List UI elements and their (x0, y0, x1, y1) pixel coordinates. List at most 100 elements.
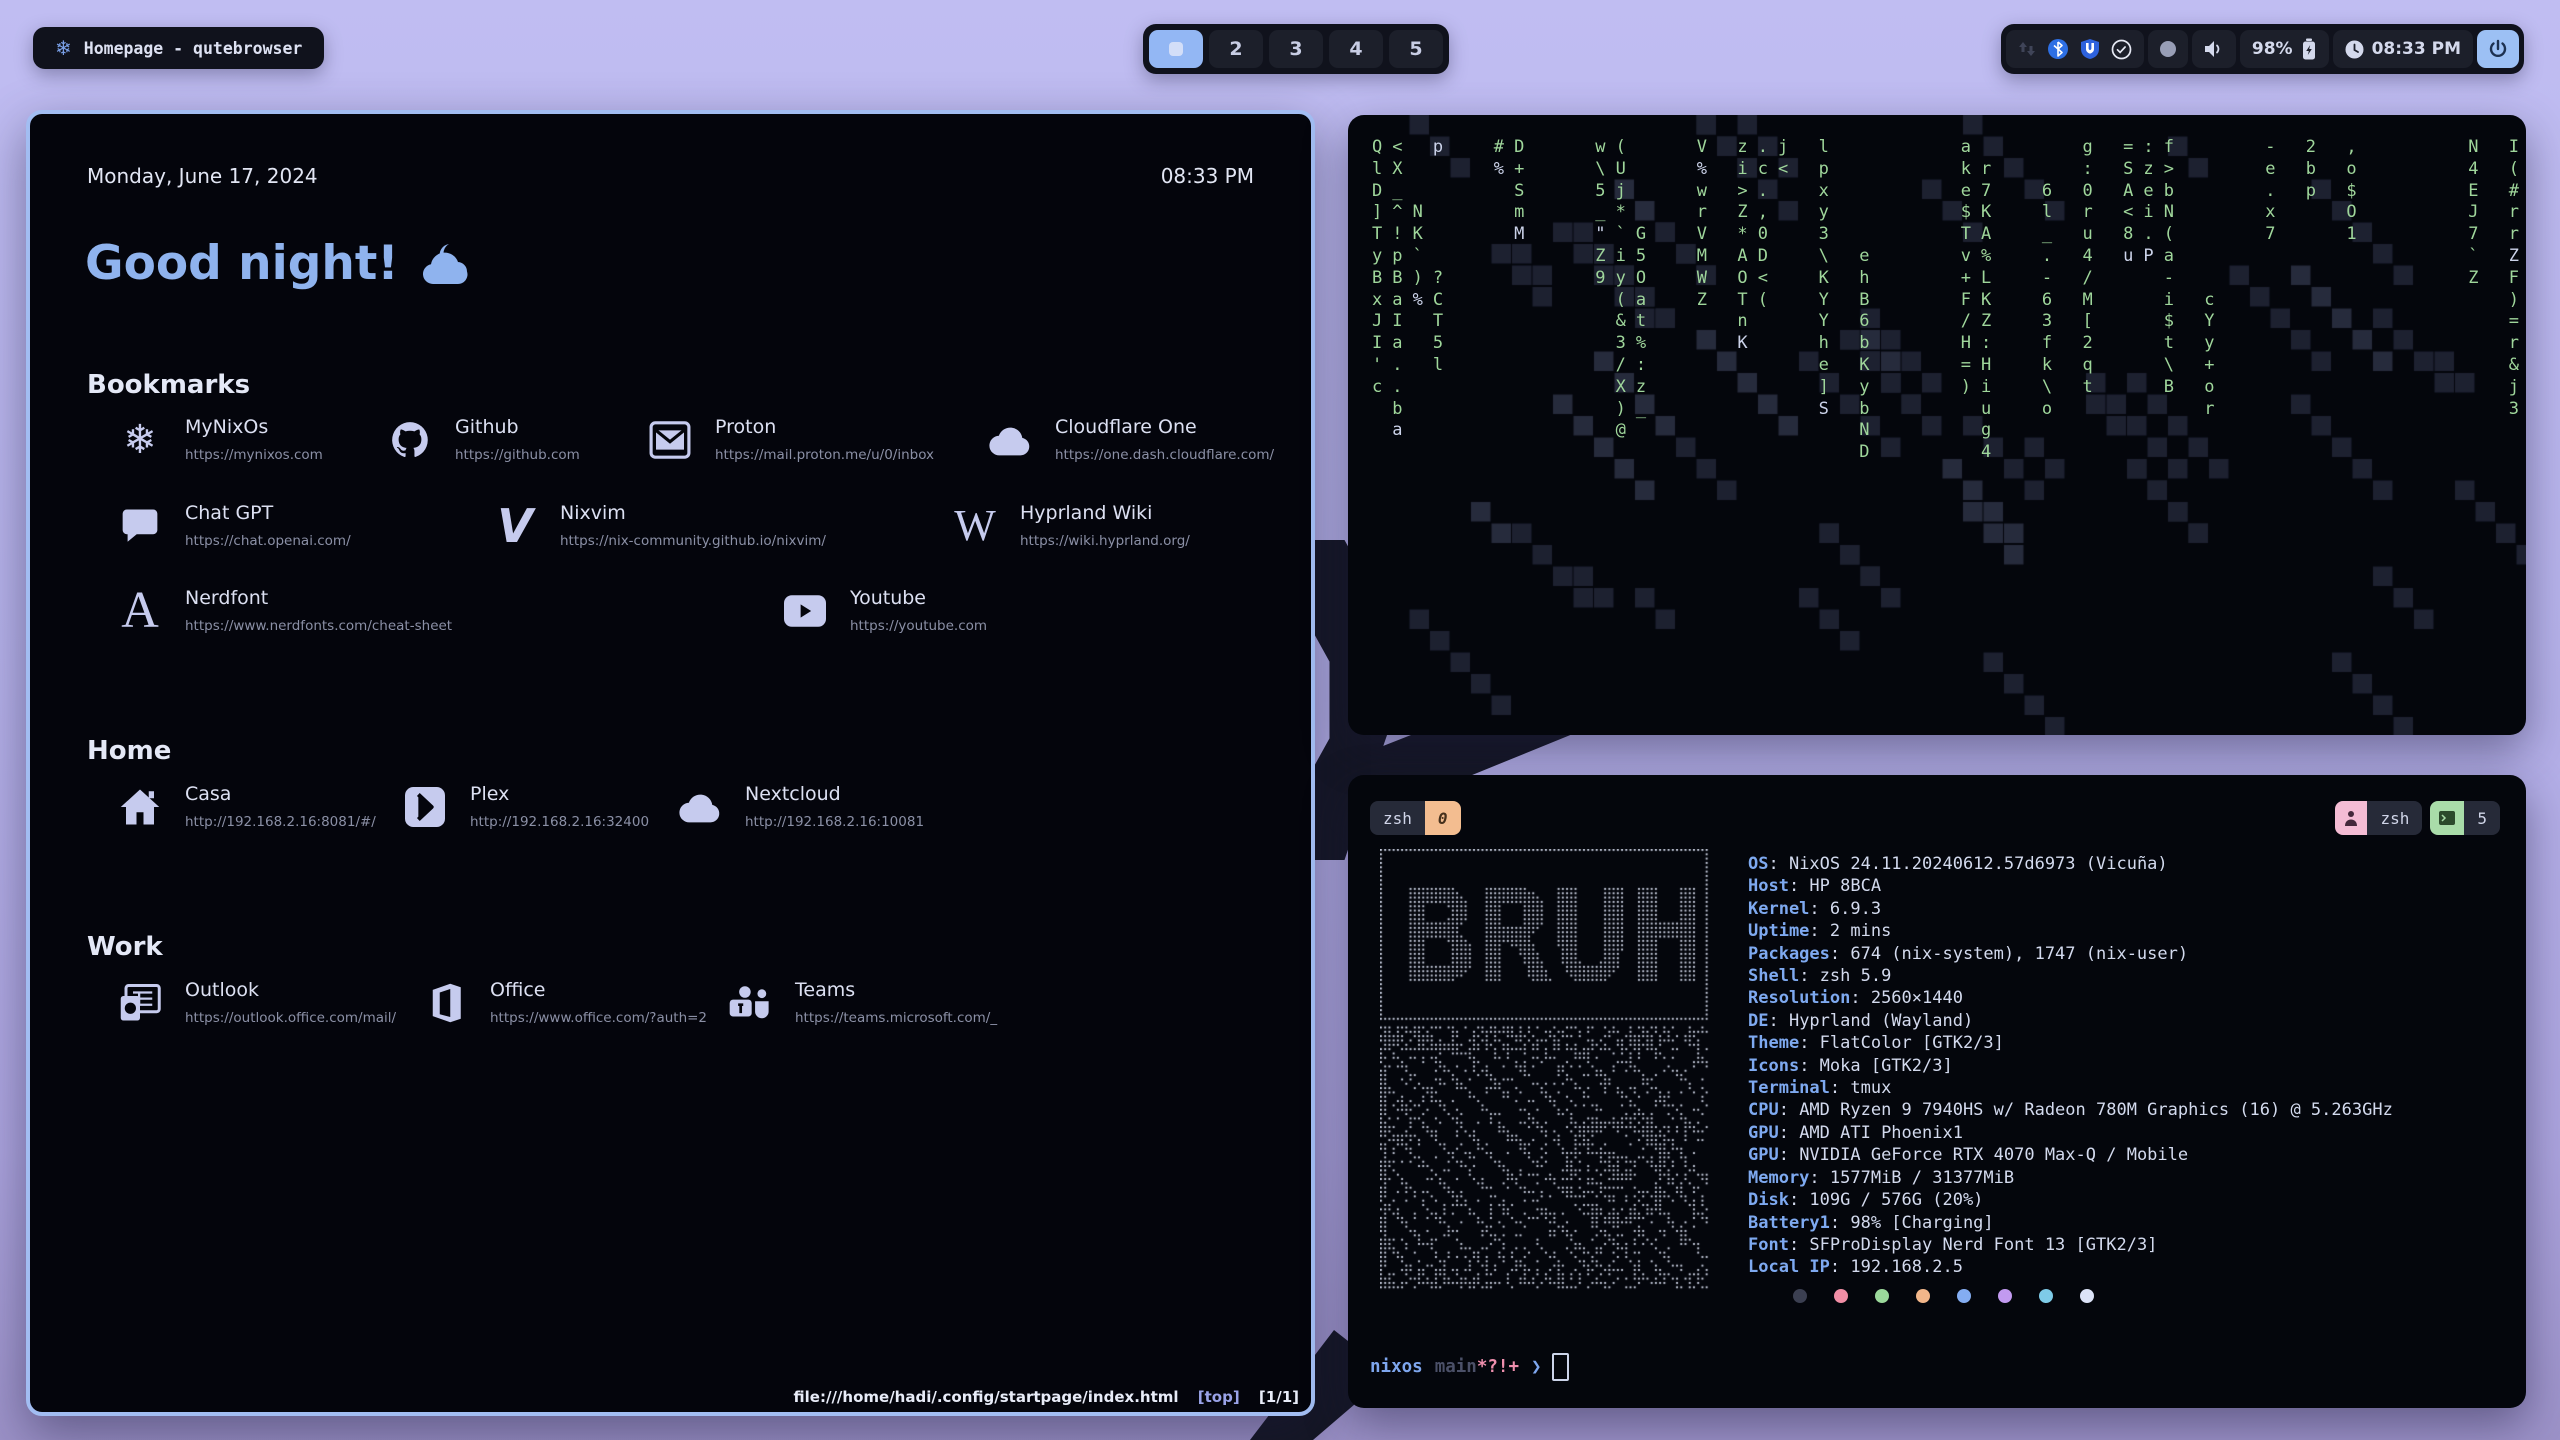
bookmark-text: Githubhttps://github.com (455, 416, 580, 463)
fastfetch-line-theme: Theme: FlatColor [GTK2/3] (1748, 1032, 2393, 1054)
palette-dot-0 (1793, 1289, 1807, 1303)
bookmark-url: http://192.168.2.16:32400 (470, 814, 649, 830)
tmux-window-index[interactable]: 0 (1425, 801, 1461, 835)
bookmark-name: Youtube (850, 587, 987, 609)
bookmark-url: https://www.office.com/?auth=2 (490, 1010, 707, 1026)
matrix-column: a k e $ T v + F / H = ) (1961, 137, 1971, 399)
matrix-column: Q l D ] T y B x J I ' c (1372, 137, 1382, 399)
bookmark-url: https://mynixos.com (185, 447, 323, 463)
matrix-column: ? C T 5 l (1433, 268, 1443, 377)
system-tray: 98% 08:33 PM (2001, 24, 2524, 74)
tray-clock[interactable]: 08:33 PM (2333, 30, 2473, 68)
bookmark-text: Outlookhttps://outlook.office.com/mail/ (185, 979, 396, 1026)
workspace-button-5[interactable]: 5 (1389, 30, 1443, 68)
bookmark-item-office[interactable]: Officehttps://www.office.com/?auth=2 (422, 979, 707, 1026)
bookmark-item-chat-gpt[interactable]: Chat GPThttps://chat.openai.com/ (117, 502, 351, 549)
bookmark-item-plex[interactable]: Plexhttp://192.168.2.16:32400 (402, 783, 649, 830)
browser-statusbar: file:///home/hadi/.config/startpage/inde… (794, 1388, 1299, 1406)
chat-bubble-icon (117, 503, 163, 549)
letter-w-icon: W (952, 503, 998, 549)
bookmark-url: https://nix-community.github.io/nixvim/ (560, 533, 826, 549)
palette-dot-3 (1916, 1289, 1930, 1303)
prompt-symbol: ❯ (1531, 1357, 1542, 1377)
terminal-cursor (1552, 1353, 1569, 1381)
bookmark-url: https://mail.proton.me/u/0/inbox (715, 447, 934, 463)
bookmark-name: Outlook (185, 979, 396, 1001)
bookmark-name: Nerdfont (185, 587, 452, 609)
matrix-column: < X _ ^ ! p B a I a . . b a (1392, 137, 1402, 442)
shield-icon[interactable] (2080, 38, 2100, 60)
bookmark-text: Cloudflare Onehttps://one.dash.cloudflar… (1055, 416, 1274, 463)
workspace-button-4[interactable]: 4 (1329, 30, 1383, 68)
bookmark-item-proton[interactable]: Proton https://mail.proton.me/u/0/inbox (647, 416, 934, 463)
matrix-column: 6 l _ . - 6 3 f k \ o (2042, 181, 2052, 421)
matrix-column: e h B 6 b K y b N D (1859, 246, 1869, 464)
matrix-column: p (1433, 137, 1443, 159)
bookmark-item-casa[interactable]: Casahttp://192.168.2.16:8081/#/ (117, 783, 376, 830)
bookmark-item-cloudflare-one[interactable]: Cloudflare Onehttps://one.dash.cloudflar… (987, 416, 1274, 463)
workspace-button-1[interactable] (1149, 30, 1203, 68)
bookmark-name: Cloudflare One (1055, 416, 1274, 438)
statusbar-url: file:///home/hadi/.config/startpage/inde… (794, 1388, 1179, 1406)
power-button[interactable] (2477, 30, 2519, 68)
tray-battery[interactable]: 98% (2240, 30, 2329, 68)
workspace-button-2[interactable]: 2 (1209, 30, 1263, 68)
bookmark-item-nixvim[interactable]: VNixvimhttps://nix-community.github.io/n… (492, 502, 826, 549)
tray-volume[interactable] (2192, 30, 2236, 68)
tray-status-icons (2006, 30, 2144, 68)
workspace-switcher: 2345 (1143, 24, 1449, 74)
tmux-session-name[interactable]: zsh (1370, 801, 1425, 835)
shell-prompt[interactable]: nixos main *?!+ ❯ (1370, 1353, 1569, 1381)
fastfetch-line-local-ip: Local IP: 192.168.2.5 (1748, 1256, 2393, 1278)
bookmark-item-teams[interactable]: Teamshttps://teams.microsoft.com/_ (727, 979, 997, 1026)
bruh-ascii-art (1380, 849, 1710, 1291)
matrix-column: l p x y 3 \ K Y Y h e ] S (1819, 137, 1829, 420)
letter-a-icon: A (117, 588, 163, 634)
palette-dot-4 (1957, 1289, 1971, 1303)
bookmark-item-nerdfont[interactable]: A Nerdfont https://www.nerdfonts.com/cheat… (117, 587, 452, 634)
section-title-home: Home (87, 736, 171, 766)
matrix-column: , o $ O 1 (2346, 137, 2356, 246)
bookmark-url: https://chat.openai.com/ (185, 533, 351, 549)
tmux-windows-badge (2430, 801, 2464, 835)
bookmark-item-hyprland-wiki[interactable]: WHyprland Wikihttps://wiki.hyprland.org/ (952, 502, 1190, 549)
bookmark-item-github[interactable]: Githubhttps://github.com (387, 416, 580, 463)
bookmark-text: MyNixOshttps://mynixos.com (185, 416, 323, 463)
bluetooth-icon[interactable] (2047, 38, 2069, 60)
fastfetch-line-resolution: Resolution: 2560×1440 (1748, 987, 2393, 1009)
check-circle-icon[interactable] (2111, 39, 2132, 60)
greeting-text: Good night! (85, 236, 399, 291)
bookmark-text: Youtubehttps://youtube.com (850, 587, 987, 634)
fastfetch-line-terminal: Terminal: tmux (1748, 1077, 2393, 1099)
bookmark-name: Teams (795, 979, 997, 1001)
workspace-button-3[interactable]: 3 (1269, 30, 1323, 68)
bookmark-item-nextcloud[interactable]: Nextcloudhttp://192.168.2.16:10081 (677, 783, 924, 830)
network-arrows-icon[interactable] (2018, 41, 2036, 57)
cmatrix-terminal-window[interactable]: Q l D ] T y B x J I ' c < X _ ^ ! p B a … (1348, 115, 2526, 735)
bookmark-row: Outlookhttps://outlook.office.com/mail/O… (87, 979, 1291, 1051)
bookmark-text: Teamshttps://teams.microsoft.com/_ (795, 979, 997, 1026)
fastfetch-terminal-window[interactable]: zsh 0 zsh 5 OS: NixOS 24.11.20240612.57d… (1348, 775, 2526, 1408)
matrix-column: # % (1494, 137, 1504, 181)
bookmark-item-youtube[interactable]: Youtubehttps://youtube.com (782, 587, 987, 634)
fastfetch-line-memory: Memory: 1577MiB / 31377MiB (1748, 1167, 2393, 1189)
plex-icon (402, 784, 448, 830)
bookmark-item-mynixos[interactable]: ❄MyNixOshttps://mynixos.com (117, 416, 323, 463)
fastfetch-line-gpu: GPU: AMD ATI Phoenix1 (1748, 1122, 2393, 1144)
bookmark-name: Hyprland Wiki (1020, 502, 1190, 524)
matrix-column: : z e i . P (2143, 137, 2153, 268)
bookmark-text: Plexhttp://192.168.2.16:32400 (470, 783, 649, 830)
bookmark-url: https://www.nerdfonts.com/cheat-sheet (185, 618, 452, 634)
fastfetch-line-host: Host: HP 8BCA (1748, 875, 2393, 897)
bookmark-name: Proton (715, 416, 934, 438)
power-icon (2488, 39, 2508, 59)
bookmark-text: Officehttps://www.office.com/?auth=2 (490, 979, 707, 1026)
tray-idle-indicator[interactable] (2148, 30, 2188, 68)
matrix-column: r 7 K A % L K Z : H i u g 4 (1981, 159, 1991, 464)
bookmark-item-outlook[interactable]: Outlookhttps://outlook.office.com/mail/ (117, 979, 396, 1026)
bookmark-row: Casahttp://192.168.2.16:8081/#/ Plexhttp:… (87, 783, 1291, 855)
matrix-column: ( U j * ` i y ( & 3 / X ) @ (1616, 137, 1626, 442)
bookmark-text: Casahttp://192.168.2.16:8081/#/ (185, 783, 376, 830)
tmux-statusbar: zsh 0 zsh 5 (1370, 801, 2500, 835)
active-window-title-pill: ❄ Homepage - qutebrowser (33, 27, 324, 69)
